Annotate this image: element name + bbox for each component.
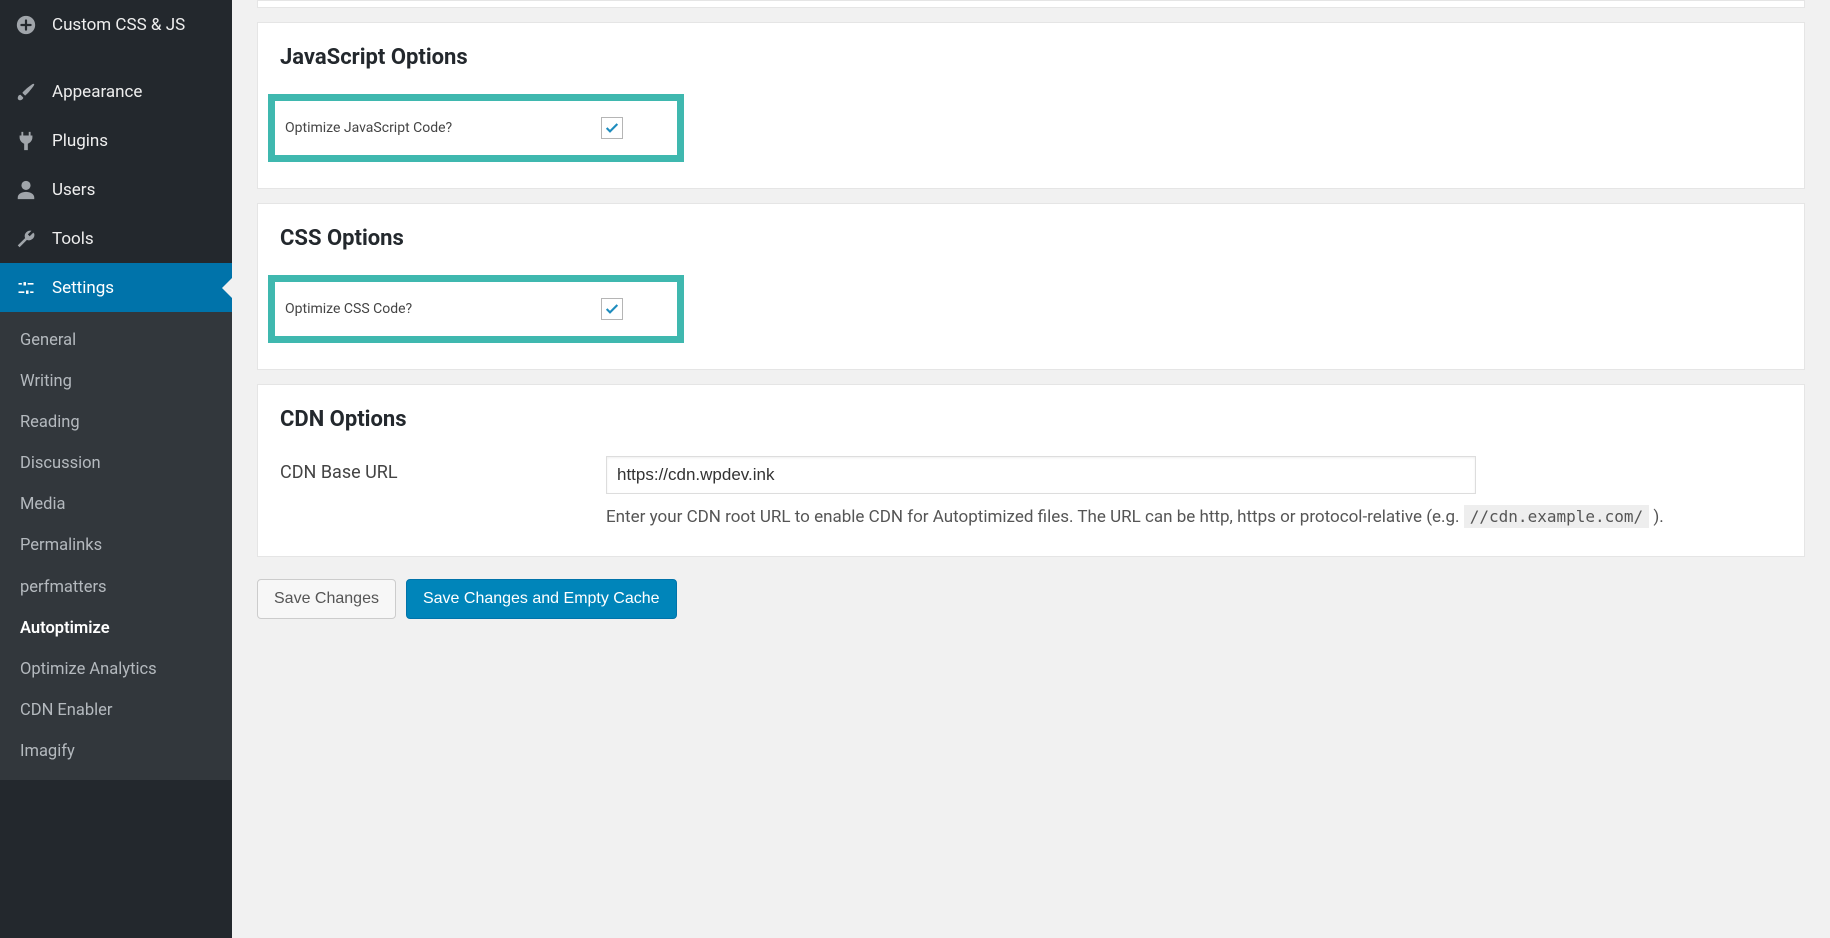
highlight-optimize-css: Optimize CSS Code? [268,275,684,343]
desc-text-end: ). [1653,507,1663,527]
save-and-empty-cache-button[interactable]: Save Changes and Empty Cache [406,579,677,619]
submenu-item-optimize-analytics[interactable]: Optimize Analytics [0,649,232,690]
sidebar-item-users[interactable]: Users [0,165,232,214]
plugin-icon [14,129,38,153]
sidebar-item-label: Users [52,180,95,200]
panel-cdn-options: CDN Options CDN Base URL Enter your CDN … [257,384,1805,557]
settings-submenu: General Writing Reading Discussion Media… [0,312,232,780]
field-label: Optimize CSS Code? [281,301,601,317]
submenu-item-discussion[interactable]: Discussion [0,443,232,484]
wrench-icon [14,227,38,251]
brush-icon [14,80,38,104]
sidebar-item-label: Settings [52,278,114,298]
highlight-optimize-js: Optimize JavaScript Code? [268,94,684,162]
submit-row: Save Changes Save Changes and Empty Cach… [257,579,1805,619]
panel-stub-top [257,0,1805,8]
sidebar-item-label: Tools [52,229,94,249]
submenu-item-autoptimize[interactable]: Autoptimize [0,608,232,649]
row-cdn-base-url: CDN Base URL Enter your CDN root URL to … [280,456,1782,530]
panel-heading: JavaScript Options [280,45,1782,70]
sidebar-item-label: Appearance [52,82,142,102]
field-label: Optimize JavaScript Code? [281,120,601,136]
plus-circle-icon [14,13,38,37]
desc-code: //cdn.example.com/ [1464,505,1649,528]
submenu-item-reading[interactable]: Reading [0,402,232,443]
cdn-description: Enter your CDN root URL to enable CDN fo… [606,504,1782,530]
sidebar-item-label: Plugins [52,131,108,151]
sidebar-item-settings[interactable]: Settings [0,263,232,312]
check-icon [604,120,620,136]
sidebar-item-appearance[interactable]: Appearance [0,67,232,116]
optimize-js-checkbox[interactable] [601,117,623,139]
field-label: CDN Base URL [280,456,606,489]
sidebar-item-plugins[interactable]: Plugins [0,116,232,165]
cdn-base-url-input[interactable] [606,456,1476,494]
submenu-item-cdn-enabler[interactable]: CDN Enabler [0,690,232,731]
save-changes-button[interactable]: Save Changes [257,579,396,619]
panel-heading: CSS Options [280,226,1782,251]
user-icon [14,178,38,202]
main-content: JavaScript Options Optimize JavaScript C… [232,0,1830,938]
check-icon [604,301,620,317]
admin-sidebar: Custom CSS & JS Appearance Plugins Users… [0,0,232,938]
submenu-item-general[interactable]: General [0,320,232,361]
sidebar-item-custom-css-js[interactable]: Custom CSS & JS [0,0,232,49]
sidebar-item-tools[interactable]: Tools [0,214,232,263]
submenu-item-writing[interactable]: Writing [0,361,232,402]
sidebar-item-label: Custom CSS & JS [52,15,185,35]
submenu-item-perfmatters[interactable]: perfmatters [0,567,232,608]
desc-text: Enter your CDN root URL to enable CDN fo… [606,507,1464,527]
sliders-icon [14,276,38,300]
submenu-item-media[interactable]: Media [0,484,232,525]
panel-javascript-options: JavaScript Options Optimize JavaScript C… [257,22,1805,189]
panel-heading: CDN Options [280,407,1782,432]
panel-css-options: CSS Options Optimize CSS Code? [257,203,1805,370]
optimize-css-checkbox[interactable] [601,298,623,320]
submenu-item-permalinks[interactable]: Permalinks [0,525,232,566]
submenu-item-imagify[interactable]: Imagify [0,731,232,772]
